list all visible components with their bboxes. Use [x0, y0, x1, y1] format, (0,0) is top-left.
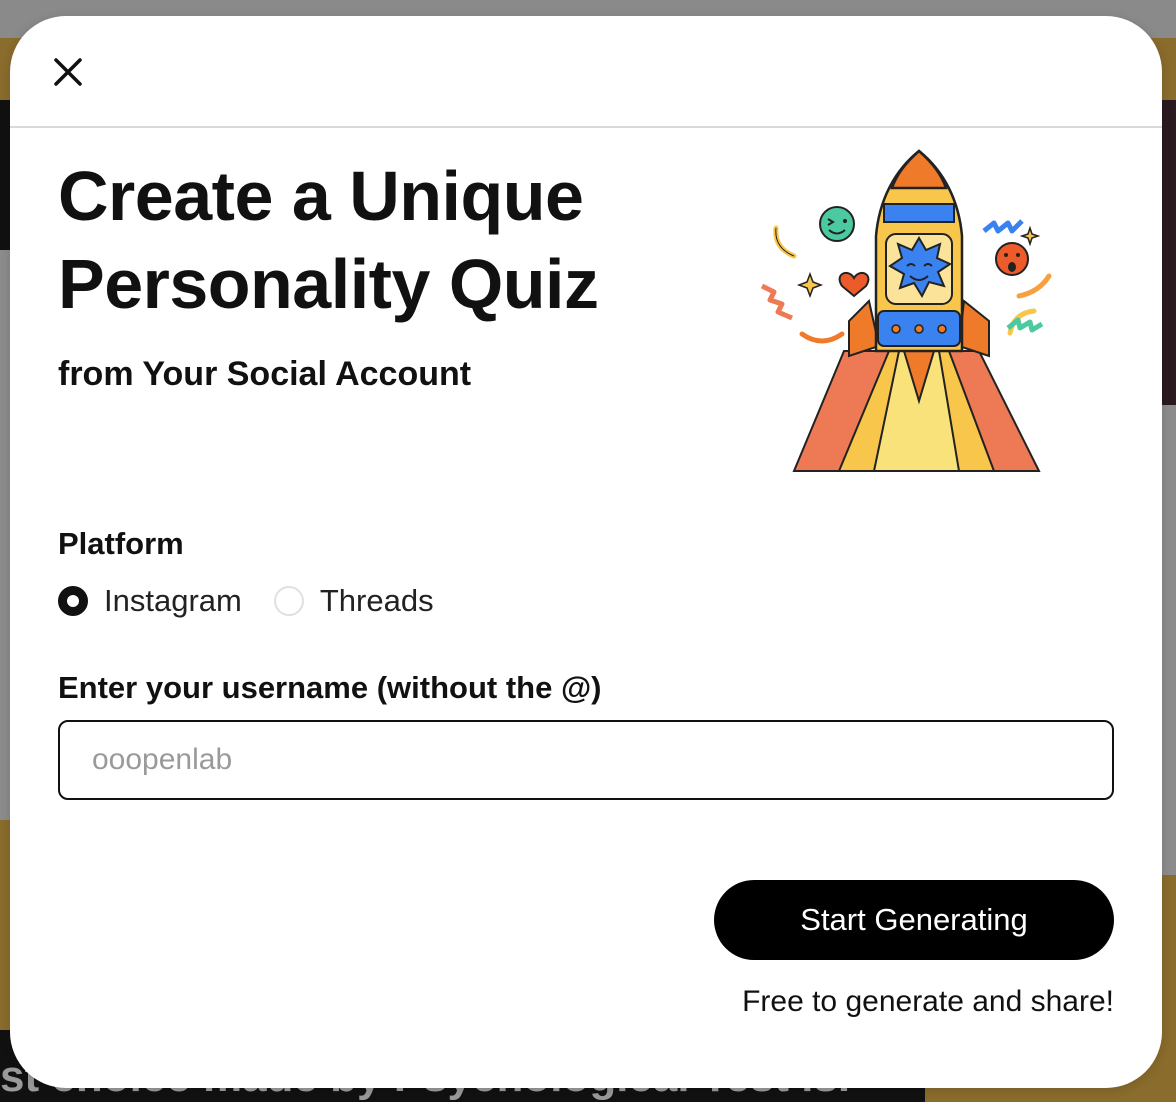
radio-label-threads: Threads	[319, 583, 434, 618]
username-label: Enter your username (without the @)	[58, 670, 602, 705]
close-icon[interactable]	[53, 57, 83, 87]
radio-threads[interactable]	[273, 586, 304, 616]
close-button[interactable]	[48, 52, 88, 92]
start-generating-button[interactable]: Start Generating	[714, 880, 1114, 960]
platform-label: Platform	[58, 526, 184, 561]
radio-instagram[interactable]	[58, 586, 88, 616]
radio-option-instagram[interactable]: Instagram	[58, 581, 242, 621]
header-divider	[10, 126, 1162, 128]
radio-option-threads[interactable]: Threads	[273, 581, 434, 621]
radio-label-instagram: Instagram	[104, 583, 242, 618]
modal-subtitle: from Your Social Account	[58, 355, 472, 393]
modal-title: Create a Unique Personality Quiz	[58, 157, 599, 323]
create-quiz-modal: Create a Unique Personality Quiz from Yo…	[10, 16, 1162, 1088]
username-input[interactable]	[58, 720, 1114, 800]
free-to-share-note: Free to generate and share!	[742, 985, 1114, 1018]
platform-radio-group: Instagram Threads	[58, 581, 466, 621]
rocket-illustration	[760, 149, 1052, 472]
